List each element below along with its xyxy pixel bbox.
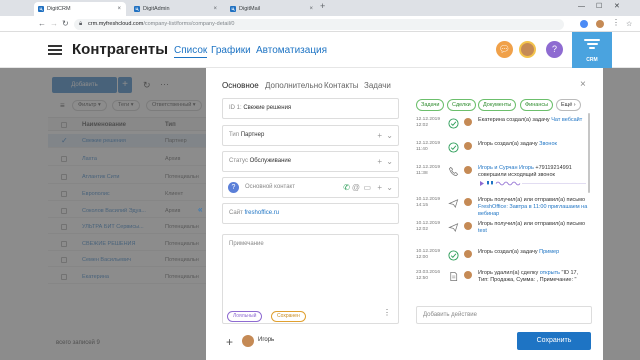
- tab-additional[interactable]: Дополнительно: [265, 81, 323, 90]
- check-icon: [448, 142, 459, 153]
- feed-filter-documents[interactable]: Документы: [478, 99, 517, 111]
- avatar: [464, 271, 472, 279]
- feed-filter-finance[interactable]: Финансы: [520, 99, 554, 111]
- feed-filter-deals[interactable]: Сделки: [447, 99, 476, 111]
- send-icon: [448, 199, 459, 209]
- chevron-down-icon[interactable]: ⌄: [386, 126, 393, 145]
- avatar: [464, 166, 472, 174]
- main-contact-field[interactable]: ? Основной контакт ✆ @ ▭ + ⌄: [222, 177, 399, 198]
- add-icon[interactable]: +: [377, 178, 382, 197]
- avatar: [464, 198, 472, 206]
- save-button[interactable]: Сохранить: [517, 332, 591, 350]
- chevron-down-icon[interactable]: ⌄: [386, 152, 393, 171]
- tag-saved[interactable]: Сохранен: [271, 311, 306, 322]
- add-icon[interactable]: +: [377, 152, 382, 171]
- phone-icon: [448, 166, 459, 177]
- app-window: Ц DigitCRM × Ц DigitAdmin × Ц DigitMail …: [0, 0, 640, 360]
- tab-main[interactable]: Основное: [222, 81, 259, 90]
- check-icon: [448, 118, 459, 129]
- send-icon: [448, 223, 459, 233]
- avatar: [464, 222, 472, 230]
- site-field[interactable]: Сайт freshoffice.ru: [222, 203, 399, 224]
- feed-filter-more[interactable]: Ещё ›: [556, 99, 581, 111]
- avatar: [464, 118, 472, 126]
- phone-icon[interactable]: ✆: [343, 178, 350, 197]
- tag-loyal[interactable]: Лояльный: [227, 311, 263, 322]
- add-action-input[interactable]: Добавить действие: [416, 306, 592, 324]
- call-recording-waveform[interactable]: [478, 180, 590, 187]
- id-field[interactable]: ID 1: Свежие решения: [222, 98, 399, 119]
- add-icon[interactable]: +: [377, 126, 382, 145]
- activity-feed: 12.12.2019 12:02 Екатерина создал(а) зада…: [416, 113, 592, 301]
- status-field[interactable]: Статус Обслуживание + ⌄: [222, 151, 399, 172]
- tab-tasks[interactable]: Задачи: [364, 81, 391, 90]
- doc-icon: [450, 272, 458, 281]
- tab-contacts[interactable]: Контакты: [324, 81, 359, 90]
- responsible-user[interactable]: Игорь: [258, 337, 274, 343]
- notes-field[interactable]: Примечание Лояльный Сохранен ⋮: [222, 234, 399, 324]
- type-field[interactable]: Тип Партнер + ⌄: [222, 125, 399, 146]
- chevron-down-icon[interactable]: ⌄: [386, 178, 393, 197]
- contact-question-icon: ?: [228, 182, 239, 193]
- feed-filter-tasks[interactable]: Задачи: [416, 99, 445, 111]
- chat-bubble-icon[interactable]: ▭: [363, 178, 371, 197]
- feed-scrollbar[interactable]: [588, 113, 590, 193]
- notes-more-icon[interactable]: ⋮: [383, 308, 391, 317]
- add-user-icon[interactable]: +: [226, 335, 233, 349]
- check-icon: [448, 250, 459, 261]
- avatar: [464, 142, 472, 150]
- avatar: [464, 250, 472, 258]
- at-icon[interactable]: @: [352, 178, 360, 197]
- close-icon[interactable]: ×: [580, 79, 586, 90]
- collapse-panel-icon[interactable]: «: [198, 205, 202, 214]
- user-avatar[interactable]: [242, 335, 254, 347]
